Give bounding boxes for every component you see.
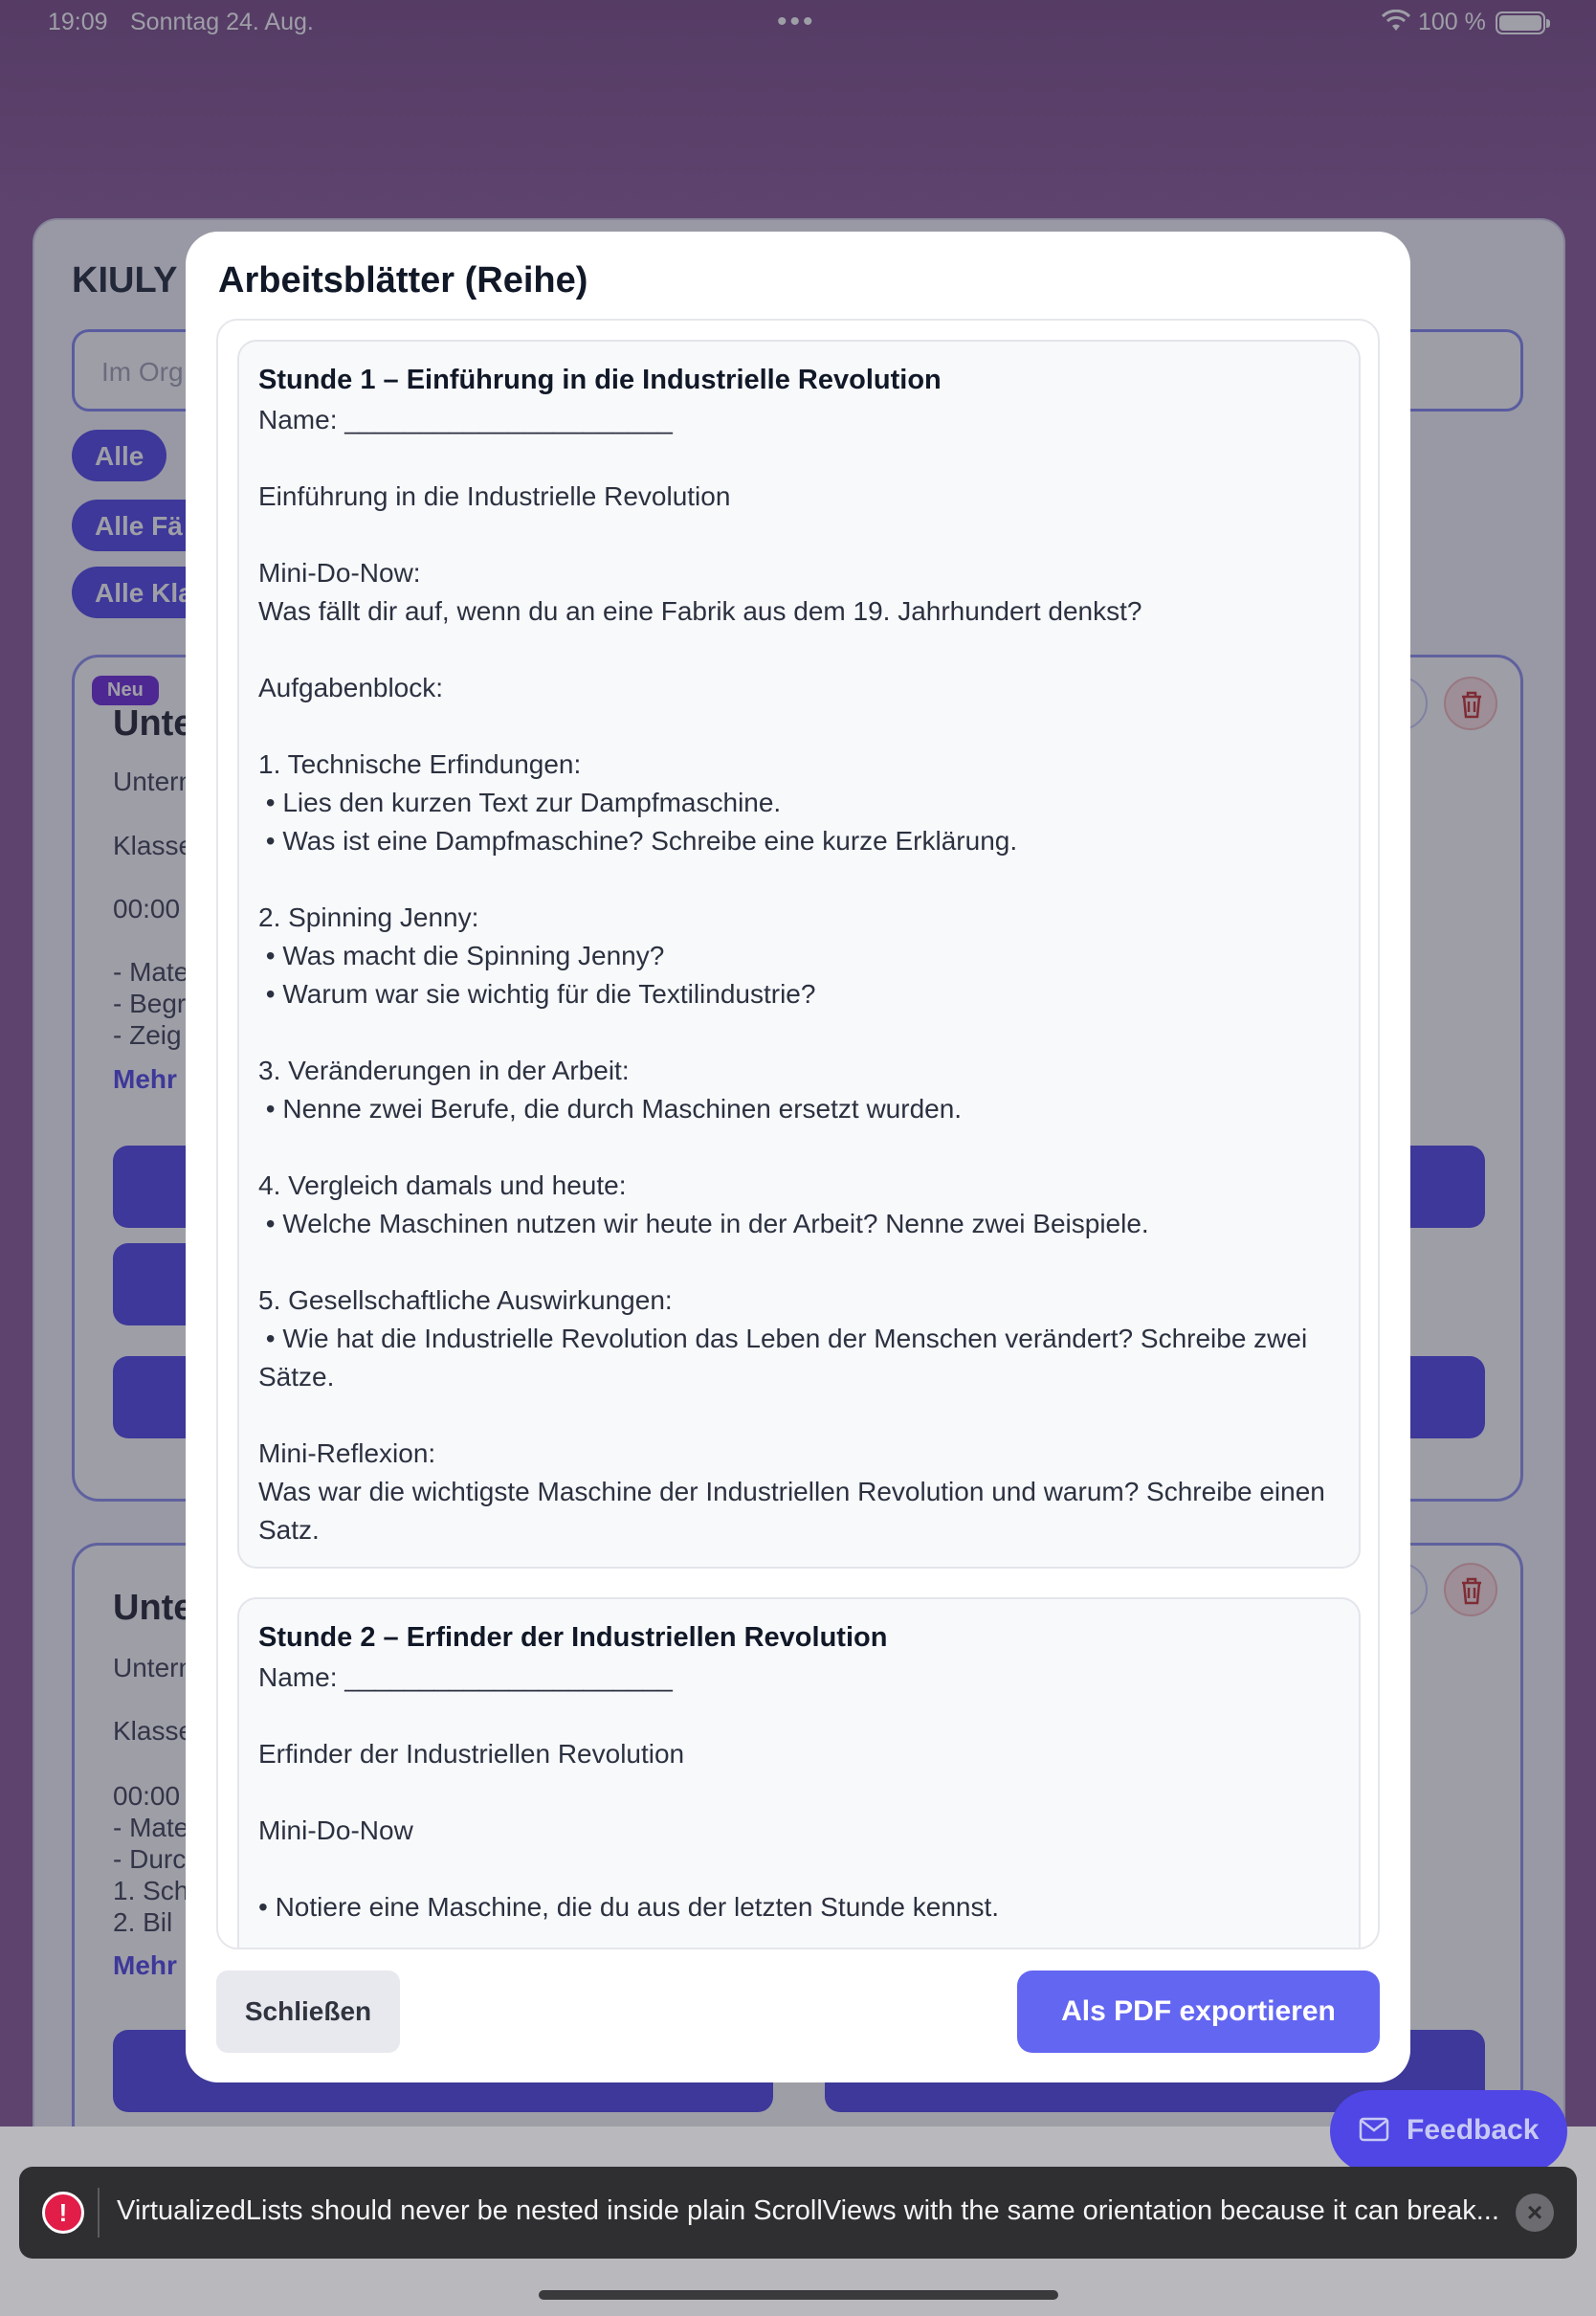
home-indicator[interactable] (539, 2290, 1058, 2300)
worksheet-body: Name: ______________________ Einführung … (258, 405, 1325, 1545)
modal-title: Arbeitsblätter (Reihe) (218, 260, 588, 301)
worksheet-body: Name: ______________________ Erfinder de… (258, 1662, 1000, 1922)
worksheet-title: Stunde 2 – Erfinder der Industriellen Re… (258, 1622, 888, 1653)
error-icon: ! (42, 2192, 84, 2234)
toast-divider (98, 2188, 100, 2238)
mail-icon (1359, 2117, 1389, 2142)
worksheet-card: Stunde 1 – Einführung in die Industriell… (237, 340, 1361, 1569)
feedback-label: Feedback (1407, 2114, 1540, 2146)
worksheet-card: Stunde 2 – Erfinder der Industriellen Re… (237, 1597, 1361, 1948)
close-icon[interactable]: × (1516, 2194, 1554, 2232)
toast-message: VirtualizedLists should never be nested … (117, 2195, 1499, 2226)
error-toast[interactable]: ! VirtualizedLists should never be neste… (19, 2167, 1577, 2259)
worksheets-modal: Arbeitsblätter (Reihe) Stunde 1 – Einfüh… (186, 232, 1410, 2082)
close-button[interactable]: Schließen (216, 1971, 400, 2053)
worksheet-title: Stunde 1 – Einführung in die Industriell… (258, 365, 942, 395)
feedback-button[interactable]: Feedback (1330, 2090, 1567, 2172)
export-pdf-button[interactable]: Als PDF exportieren (1017, 1971, 1380, 2053)
worksheets-scroll-view[interactable]: Stunde 1 – Einführung in die Industriell… (216, 319, 1380, 1949)
